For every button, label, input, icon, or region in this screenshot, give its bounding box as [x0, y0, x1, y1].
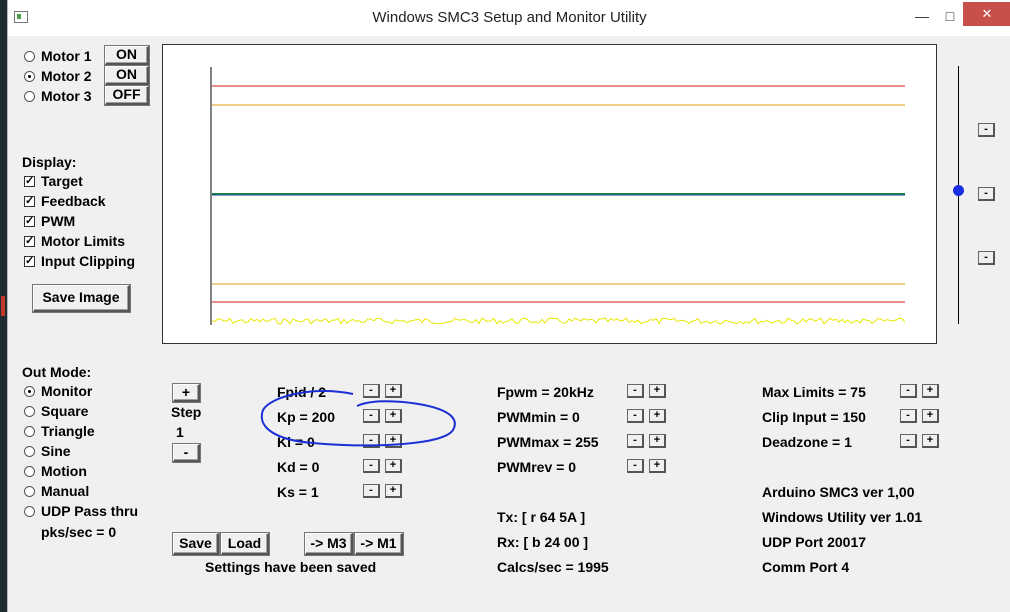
- maximize-button[interactable]: □: [936, 6, 964, 26]
- feedback-checkbox[interactable]: ✓: [24, 196, 35, 207]
- motor-2-radio[interactable]: [24, 71, 35, 82]
- mode-square-radio[interactable]: [24, 406, 35, 417]
- rx-readout: Rx: [ b 24 00 ]: [497, 534, 589, 550]
- step-value: 1: [176, 424, 184, 440]
- clip-input-label: Clip Input = 150: [762, 409, 866, 425]
- motor-1-toggle-button[interactable]: ON: [105, 46, 149, 65]
- title-bar: Windows SMC3 Setup and Monitor Utility —…: [8, 0, 1010, 36]
- max-limits-plus-button[interactable]: +: [922, 384, 939, 398]
- graph-canvas: [210, 67, 906, 325]
- tx-readout: Tx: [ r 64 5A ]: [497, 509, 586, 525]
- kd-plus-button[interactable]: +: [385, 459, 402, 473]
- arduino-version: Arduino SMC3 ver 1,00: [762, 484, 915, 500]
- fpwm-plus-button[interactable]: +: [649, 384, 666, 398]
- motor-3-toggle-button[interactable]: OFF: [105, 86, 149, 105]
- target-label: Target: [41, 173, 83, 189]
- save-button[interactable]: Save: [173, 533, 219, 555]
- motor-3-radio[interactable]: [24, 91, 35, 102]
- clip-input-plus-button[interactable]: +: [922, 409, 939, 423]
- mode-motion-radio[interactable]: [24, 466, 35, 477]
- copy-to-m3-button[interactable]: -> M3: [305, 533, 353, 555]
- graph-side-button-bottom[interactable]: -: [978, 251, 995, 265]
- minimize-button[interactable]: —: [908, 6, 936, 26]
- udp-port: UDP Port 20017: [762, 534, 867, 550]
- motor-1-label: Motor 1: [41, 48, 92, 64]
- ks-label: Ks = 1: [277, 484, 319, 500]
- pwm-checkbox[interactable]: ✓: [24, 216, 35, 227]
- windows-version: Windows Utility ver 1.01: [762, 509, 923, 525]
- fpwm-label: Fpwm = 20kHz: [497, 384, 594, 400]
- step-label: Step: [171, 404, 202, 420]
- mode-square-label: Square: [41, 403, 89, 419]
- motor-1-radio[interactable]: [24, 51, 35, 62]
- max-limits-minus-button[interactable]: -: [900, 384, 917, 398]
- motor-2-toggle-button[interactable]: ON: [105, 66, 149, 85]
- mode-triangle-radio[interactable]: [24, 426, 35, 437]
- mode-sine-label: Sine: [41, 443, 71, 459]
- pwmmax-minus-button[interactable]: -: [627, 434, 644, 448]
- mode-udp-label: UDP Pass thru: [41, 503, 138, 519]
- out-mode-heading: Out Mode:: [22, 364, 92, 380]
- close-button[interactable]: ✕: [963, 2, 1010, 26]
- desktop-edge: [0, 0, 7, 612]
- position-slider-thumb[interactable]: [953, 184, 964, 196]
- kd-minus-button[interactable]: -: [363, 459, 380, 473]
- pwm-trace: [211, 317, 906, 325]
- step-plus-button[interactable]: +: [173, 384, 200, 402]
- mode-sine-radio[interactable]: [24, 446, 35, 457]
- monitor-graph: [162, 44, 937, 344]
- graph-side-button-top[interactable]: -: [978, 123, 995, 137]
- motor-limits-label: Motor Limits: [41, 233, 125, 249]
- ks-plus-button[interactable]: +: [385, 484, 402, 498]
- mode-triangle-label: Triangle: [41, 423, 95, 439]
- save-image-button[interactable]: Save Image: [33, 285, 130, 312]
- target-checkbox[interactable]: ✓: [24, 176, 35, 187]
- calcs-readout: Calcs/sec = 1995: [497, 559, 609, 575]
- step-minus-button[interactable]: -: [173, 444, 200, 462]
- mode-manual-radio[interactable]: [24, 486, 35, 497]
- pwmmin-plus-button[interactable]: +: [649, 409, 666, 423]
- input-clipping-label: Input Clipping: [41, 253, 136, 269]
- kd-label: Kd = 0: [277, 459, 320, 475]
- mode-monitor-label: Monitor: [41, 383, 93, 399]
- pwmmax-plus-button[interactable]: +: [649, 434, 666, 448]
- pwmrev-label: PWMrev = 0: [497, 459, 576, 475]
- pwm-label: PWM: [41, 213, 76, 229]
- fpwm-minus-button[interactable]: -: [627, 384, 644, 398]
- app-window: Windows SMC3 Setup and Monitor Utility —…: [7, 0, 1010, 612]
- clip-input-minus-button[interactable]: -: [900, 409, 917, 423]
- pwmmax-label: PWMmax = 255: [497, 434, 599, 450]
- max-limits-label: Max Limits = 75: [762, 384, 866, 400]
- mode-udp-radio[interactable]: [24, 506, 35, 517]
- pwmrev-minus-button[interactable]: -: [627, 459, 644, 473]
- ks-minus-button[interactable]: -: [363, 484, 380, 498]
- deadzone-plus-button[interactable]: +: [922, 434, 939, 448]
- settings-status: Settings have been saved: [205, 559, 377, 575]
- motor-3-label: Motor 3: [41, 88, 92, 104]
- pks-sec-readout: pks/sec = 0: [41, 524, 117, 540]
- motor-2-label: Motor 2: [41, 68, 92, 84]
- pwmmin-minus-button[interactable]: -: [627, 409, 644, 423]
- mode-manual-label: Manual: [41, 483, 90, 499]
- display-heading: Display:: [22, 154, 77, 170]
- deadzone-label: Deadzone = 1: [762, 434, 852, 450]
- mode-monitor-radio[interactable]: [24, 386, 35, 397]
- graph-side-button-middle[interactable]: -: [978, 187, 995, 201]
- window-title: Windows SMC3 Setup and Monitor Utility: [372, 9, 647, 26]
- motor-limits-checkbox[interactable]: ✓: [24, 236, 35, 247]
- pwmmin-label: PWMmin = 0: [497, 409, 580, 425]
- kp-annotation-ellipse: [260, 390, 456, 447]
- load-button[interactable]: Load: [221, 533, 269, 555]
- feedback-label: Feedback: [41, 193, 106, 209]
- pwmrev-plus-button[interactable]: +: [649, 459, 666, 473]
- copy-to-m1-button[interactable]: -> M1: [355, 533, 403, 555]
- comm-port: Comm Port 4: [762, 559, 850, 575]
- input-clipping-checkbox[interactable]: ✓: [24, 256, 35, 267]
- deadzone-minus-button[interactable]: -: [900, 434, 917, 448]
- mode-motion-label: Motion: [41, 463, 87, 479]
